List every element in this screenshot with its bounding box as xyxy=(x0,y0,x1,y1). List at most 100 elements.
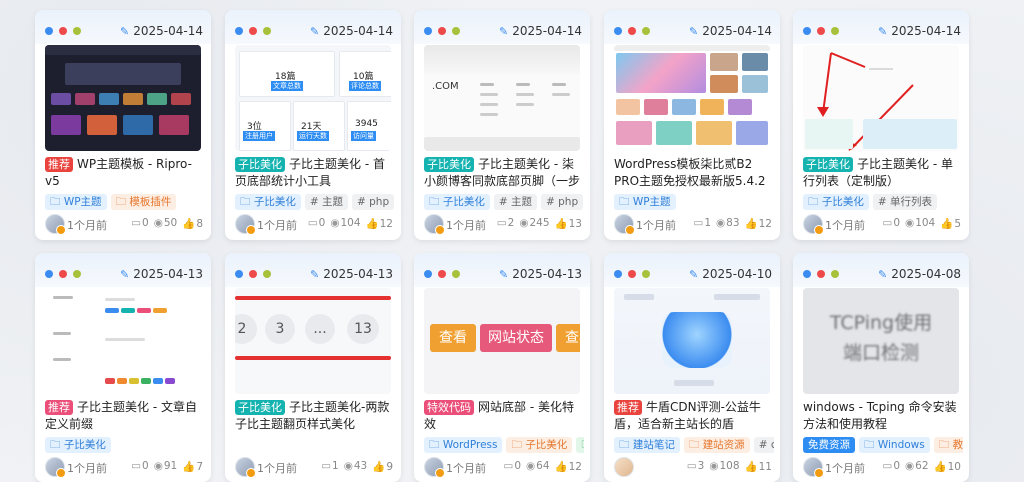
calendar-icon: ✎ xyxy=(120,24,130,38)
post-meta: 1个月前 ▭0 ◉104 👍12 xyxy=(235,214,393,235)
like-icon: 👍 xyxy=(365,218,379,230)
post-tags: 免费资源 🗀 Windows 🗀 教程笔记 xyxy=(803,437,963,453)
card-header: ✎ 2025-04-08 xyxy=(793,253,969,287)
post-title[interactable]: windows - Tcping 命令安装方法和使用教程 xyxy=(803,399,961,433)
post-stats: ▭0 ◉62 👍10 xyxy=(882,460,961,473)
post-title[interactable]: 子比美化 子比主题美化-两款子比主题翻页样式美化 xyxy=(235,399,393,433)
post-time: 1个月前 xyxy=(446,462,486,475)
tag-item[interactable]: # 主题 xyxy=(304,194,348,210)
post-thumbnail[interactable]: 查看 网站状态 查看 xyxy=(424,288,580,394)
calendar-icon: ✎ xyxy=(310,267,320,281)
tag-item[interactable]: 🗀 子比美化 xyxy=(45,437,111,453)
calendar-icon: ✎ xyxy=(878,24,888,38)
post-date: ✎ 2025-04-10 xyxy=(689,267,772,281)
post-meta: 1个月前 ▭2 ◉245 👍13 xyxy=(424,214,582,235)
vip-badge-icon xyxy=(625,225,635,235)
card-header: ✎ 2025-04-14 xyxy=(225,10,401,44)
tag-item[interactable]: # php xyxy=(540,194,584,210)
tag-item[interactable]: 🗀 子比美化 xyxy=(235,194,301,210)
post-title[interactable]: 推荐 子比主题美化 - 文章自定义前缀 xyxy=(45,399,203,433)
post-card[interactable]: ✎2025-04-13 查看 网站状态 查看 特效代码网站底部 - 美化特效 🗀… xyxy=(414,253,590,482)
card-header: ✎ 2025-04-14 xyxy=(35,10,211,44)
post-title[interactable]: WordPress模板柒比贰B2 PRO主题免授权最新版5.4.2 xyxy=(614,156,772,190)
tag-item[interactable]: 🗀 WP主题 xyxy=(614,194,676,210)
comment-icon: ▭ xyxy=(693,217,704,229)
avatar[interactable] xyxy=(614,457,634,477)
post-thumbnail[interactable] xyxy=(614,45,770,151)
calendar-icon: ✎ xyxy=(310,24,320,38)
post-card[interactable]: ✎ 2025-04-10 推荐 牛盾CDN评测-公益牛盾，适合新主站长的盾 🗀 建站… xyxy=(604,253,780,482)
post-card[interactable]: ✎ 2025-04-14 WordPress模板柒比贰B2 PRO主题免授权最新版… xyxy=(604,10,780,240)
post-thumbnail[interactable] xyxy=(45,288,201,394)
post-meta: ▭3 ◉108 👍11 xyxy=(614,457,772,477)
tag-item[interactable]: 🗀 特 xyxy=(576,437,584,453)
post-card[interactable]: ✎ 2025-04-14 .COM 子比美化 子比主题美化 - 柒小颜博客同款底部页… xyxy=(414,10,590,240)
post-thumbnail[interactable] xyxy=(45,45,201,151)
tag-item[interactable]: 🗀 建站笔记 xyxy=(614,437,680,453)
post-stats: ▭1 ◉43 👍9 xyxy=(321,460,393,473)
tag-item[interactable]: 🗀 子比美化 xyxy=(424,194,490,210)
post-time: 1个月前 xyxy=(257,462,297,475)
window-dots xyxy=(45,270,81,278)
post-meta: 1个月前 ▭0 ◉62 👍10 xyxy=(803,457,961,478)
post-time: 1个月前 xyxy=(257,219,297,232)
post-title[interactable]: 子比美化 子比主题美化 - 单行列表（定制版） xyxy=(803,156,961,190)
vip-badge-icon xyxy=(814,225,824,235)
tag-item[interactable]: # cdn xyxy=(753,437,774,453)
post-badge: 子比美化 xyxy=(424,157,474,172)
tag-item[interactable]: 🗀 子比美化 xyxy=(506,437,573,453)
tag-item[interactable]: 免费资源 xyxy=(803,437,855,453)
post-thumbnail[interactable]: 18篇 文章总数 10篇 评论总数 3位 注册用户 21天 运行天数 3945 … xyxy=(235,45,391,151)
calendar-icon: ✎ xyxy=(689,267,699,281)
post-badge: 特效代码 xyxy=(424,400,474,415)
post-date: ✎ 2025-04-14 xyxy=(120,24,203,38)
tag-item[interactable]: # php xyxy=(351,194,395,210)
calendar-icon: ✎ xyxy=(689,24,699,38)
post-title[interactable]: 子比美化子比主题美化 - 柒小颜博客同款底部页脚（一步到… xyxy=(424,156,582,190)
window-dots xyxy=(45,27,81,35)
post-title[interactable]: 特效代码 网站底部 - 美化特效 xyxy=(424,399,582,433)
tag-item[interactable]: 🗀 WP主题 xyxy=(45,194,107,210)
post-thumbnail[interactable]: TCPing使用 端口检测 xyxy=(803,288,959,394)
tag-item[interactable]: 🗀 子比美化 xyxy=(803,194,869,210)
post-thumbnail[interactable] xyxy=(803,45,959,151)
like-icon: 👍 xyxy=(554,461,568,473)
post-meta: 1个月前 ▭0 ◉91 👍7 xyxy=(45,457,203,478)
like-icon: 👍 xyxy=(372,461,386,473)
tag-item[interactable]: 🗀 教程笔记 xyxy=(933,437,963,453)
post-time: 1个月前 xyxy=(825,462,865,475)
post-stats: ▭0 ◉104 👍12 xyxy=(307,217,393,230)
post-card[interactable]: ✎ 2025-04-13 推荐 子比主题美化 - 文章自定义前缀 🗀 子比美化 1个… xyxy=(35,253,211,482)
post-card[interactable]: ✎ 2025-04-14 推荐 WP主题模板 - Ripro-v5 🗀 WP主题 🗀… xyxy=(35,10,211,240)
window-dots xyxy=(235,270,271,278)
post-time: 1个月前 xyxy=(825,219,865,232)
post-title[interactable]: 推荐 WP主题模板 - Ripro-v5 xyxy=(45,156,203,190)
tag-item[interactable]: 🗀 Windows xyxy=(859,437,930,453)
post-date: ✎ 2025-04-14 xyxy=(499,24,582,38)
like-icon: 👍 xyxy=(554,218,568,230)
post-card[interactable]: ✎ 2025-04-13 2 3 ... 13 子比美化 子比主题美化-两款子比主题… xyxy=(225,253,401,482)
post-thumbnail[interactable] xyxy=(614,288,770,394)
post-card[interactable]: ✎ 2025-04-08 TCPing使用 端口检测 windows - Tcpi… xyxy=(793,253,969,482)
post-meta: 1个月前 ▭0 ◉104 👍5 xyxy=(803,214,961,235)
post-thumbnail[interactable]: .COM xyxy=(424,45,580,151)
tag-item[interactable]: 🗀 模板插件 xyxy=(110,194,177,210)
tag-item[interactable]: # 单行列表 xyxy=(872,194,937,210)
card-header: ✎ 2025-04-13 xyxy=(225,253,401,287)
calendar-icon: ✎ xyxy=(120,267,130,281)
tag-item[interactable]: 🗀 建站资源 xyxy=(683,437,750,453)
comment-icon: ▭ xyxy=(686,460,697,472)
tag-item[interactable]: # 主题 xyxy=(493,194,537,210)
vip-badge-icon xyxy=(246,468,256,478)
post-card[interactable]: ✎ 2025-04-14 18篇 文章总数 10篇 评论总数 3位 注册用户 21… xyxy=(225,10,401,240)
post-card[interactable]: ✎ 2025-04-14 子比美化 子比主题美化 - 单行列表（定制版） 🗀 子比美… xyxy=(793,10,969,240)
thumbnail-text: TCPing使用 端口检测 xyxy=(829,312,933,364)
post-title[interactable]: 推荐 牛盾CDN评测-公益牛盾，适合新主站长的盾 xyxy=(614,399,772,433)
post-date: ✎ 2025-04-14 xyxy=(878,24,961,38)
window-dots xyxy=(424,270,460,278)
tag-item[interactable]: 🗀 WordPress xyxy=(424,437,503,453)
window-dots xyxy=(614,270,650,278)
vip-badge-icon xyxy=(56,468,66,478)
post-thumbnail[interactable]: 2 3 ... 13 xyxy=(235,288,391,394)
post-title[interactable]: 子比美化 子比主题美化 - 首页底部统计小工具 xyxy=(235,156,393,190)
